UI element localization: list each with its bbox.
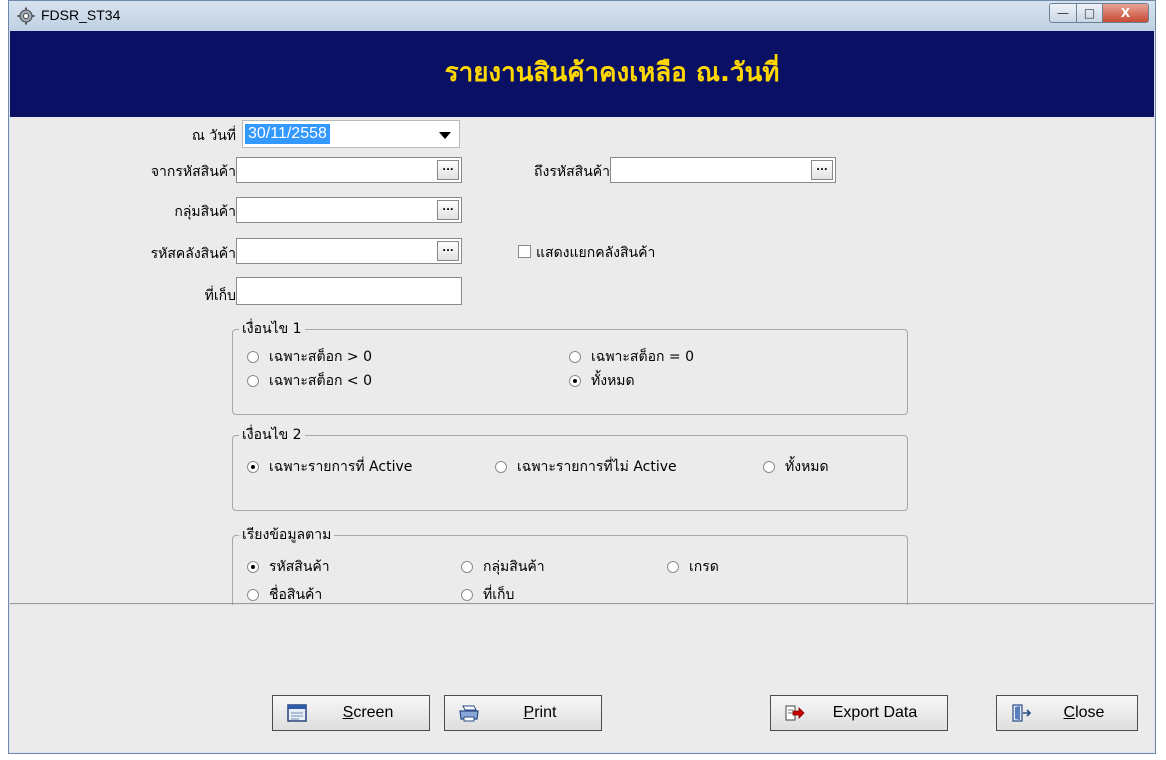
sort-by-title: เรียงข้อมูลตาม — [239, 525, 335, 545]
print-button[interactable]: Print — [444, 695, 602, 731]
option-label: เฉพาะสต็อก < 0 — [269, 373, 372, 389]
report-criteria-form: ณ วันที่ 30/11/2558 จากรหัสสินค้า ... ถึ… — [10, 117, 1154, 625]
radio-selected-icon — [569, 375, 581, 387]
option-label: กลุ่มสินค้า — [483, 559, 545, 575]
minimize-button[interactable]: — — [1049, 3, 1077, 23]
condition2-option-inactive-only[interactable]: เฉพาะรายการที่ไม่ Active — [495, 456, 677, 478]
to-product-browse-button[interactable]: ... — [811, 160, 833, 180]
as-of-date-value: 30/11/2558 — [245, 124, 330, 144]
radio-selected-icon — [247, 561, 259, 573]
product-group-label: กลุ่มสินค้า — [174, 204, 236, 220]
report-window: FDSR_ST34 — □ X รายงานสินค้าคงเหลือ ณ.วั… — [8, 0, 1156, 754]
warehouse-browse-button[interactable]: ... — [437, 241, 459, 261]
report-header-banner: รายงานสินค้าคงเหลือ ณ.วันที่ — [10, 31, 1154, 117]
condition2-option-active-only[interactable]: เฉพาะรายการที่ Active — [247, 456, 412, 478]
option-label: เฉพาะสต็อก > 0 — [269, 349, 372, 365]
printer-icon — [459, 705, 479, 722]
export-data-button-label: Export Data — [832, 704, 918, 721]
radio-selected-icon — [247, 461, 259, 473]
from-product-browse-button[interactable]: ... — [437, 160, 459, 180]
export-data-button[interactable]: Export Data — [770, 695, 948, 731]
condition1-option-stock-positive[interactable]: เฉพาะสต็อก > 0 — [247, 346, 372, 368]
radio-icon — [569, 351, 581, 363]
as-of-date-picker[interactable]: 30/11/2558 — [242, 120, 460, 148]
action-bar: Screen Print Export Data Close — [10, 605, 1154, 752]
condition-1-title: เงื่อนไข 1 — [239, 319, 305, 339]
from-product-code-input[interactable]: ... — [236, 157, 462, 183]
option-label: ทั้งหมด — [591, 373, 635, 389]
window-controls: — □ X — [1049, 3, 1149, 23]
radio-icon — [247, 589, 259, 601]
product-group-input[interactable]: ... — [236, 197, 462, 223]
warehouse-code-label: รหัสคลังสินค้า — [150, 246, 236, 262]
exit-door-icon — [1012, 704, 1031, 722]
radio-icon — [461, 561, 473, 573]
condition-1-group: เงื่อนไข 1 เฉพาะสต็อก > 0 เฉพาะสต็อก = 0… — [232, 319, 908, 415]
location-input[interactable] — [236, 277, 462, 305]
condition-2-title: เงื่อนไข 2 — [239, 425, 305, 445]
sort-option-product-code[interactable]: รหัสสินค้า — [247, 556, 330, 578]
show-by-warehouse-label: แสดงแยกคลังสินค้า — [536, 245, 656, 261]
screen-button[interactable]: Screen — [272, 695, 430, 731]
radio-icon — [461, 589, 473, 601]
gear-icon — [17, 7, 35, 25]
to-product-code-input[interactable]: ... — [610, 157, 836, 183]
sort-option-grade[interactable]: เกรด — [667, 556, 719, 578]
sort-option-product-group[interactable]: กลุ่มสินค้า — [461, 556, 545, 578]
option-label: เฉพาะสต็อก = 0 — [591, 349, 694, 365]
option-label: รหัสสินค้า — [269, 559, 330, 575]
radio-icon — [247, 351, 259, 363]
screen-button-label: Screen — [342, 704, 394, 721]
condition2-option-all[interactable]: ทั้งหมด — [763, 456, 829, 478]
condition-2-group: เงื่อนไข 2 เฉพาะรายการที่ Active เฉพาะรา… — [232, 425, 908, 511]
screen-icon — [287, 704, 307, 722]
radio-icon — [247, 375, 259, 387]
option-label: ทั้งหมด — [785, 459, 829, 475]
radio-icon — [495, 461, 507, 473]
dropdown-arrow-icon[interactable] — [439, 132, 451, 139]
location-label: ที่เก็บ — [204, 288, 236, 304]
close-button-label: Close — [1063, 704, 1105, 721]
option-label: เกรด — [689, 559, 719, 575]
condition1-option-stock-zero[interactable]: เฉพาะสต็อก = 0 — [569, 346, 694, 368]
radio-icon — [667, 561, 679, 573]
to-product-code-label: ถึงรหัสสินค้า — [534, 164, 610, 180]
show-by-warehouse-checkbox[interactable] — [518, 245, 531, 258]
condition1-option-stock-negative[interactable]: เฉพาะสต็อก < 0 — [247, 370, 372, 392]
print-button-label: Print — [523, 704, 557, 721]
export-icon — [785, 705, 805, 721]
window-title: FDSR_ST34 — [41, 7, 121, 23]
from-product-code-label: จากรหัสสินค้า — [150, 164, 236, 180]
as-of-date-label: ณ วันที่ — [191, 128, 236, 144]
close-button[interactable]: Close — [996, 695, 1138, 731]
maximize-icon: □ — [1083, 6, 1096, 20]
condition1-option-all[interactable]: ทั้งหมด — [569, 370, 635, 392]
close-window-button[interactable]: X — [1103, 3, 1149, 23]
option-label: เฉพาะรายการที่ Active — [269, 459, 413, 475]
maximize-button[interactable]: □ — [1077, 3, 1103, 23]
report-title: รายงานสินค้าคงเหลือ ณ.วันที่ — [444, 57, 780, 88]
product-group-browse-button[interactable]: ... — [437, 200, 459, 220]
radio-icon — [763, 461, 775, 473]
window-titlebar[interactable]: FDSR_ST34 — □ X — [9, 1, 1155, 31]
warehouse-code-input[interactable]: ... — [236, 238, 462, 264]
close-icon: X — [1120, 6, 1131, 20]
minimize-icon: — — [1057, 6, 1069, 20]
option-label: เฉพาะรายการที่ไม่ Active — [517, 459, 677, 475]
